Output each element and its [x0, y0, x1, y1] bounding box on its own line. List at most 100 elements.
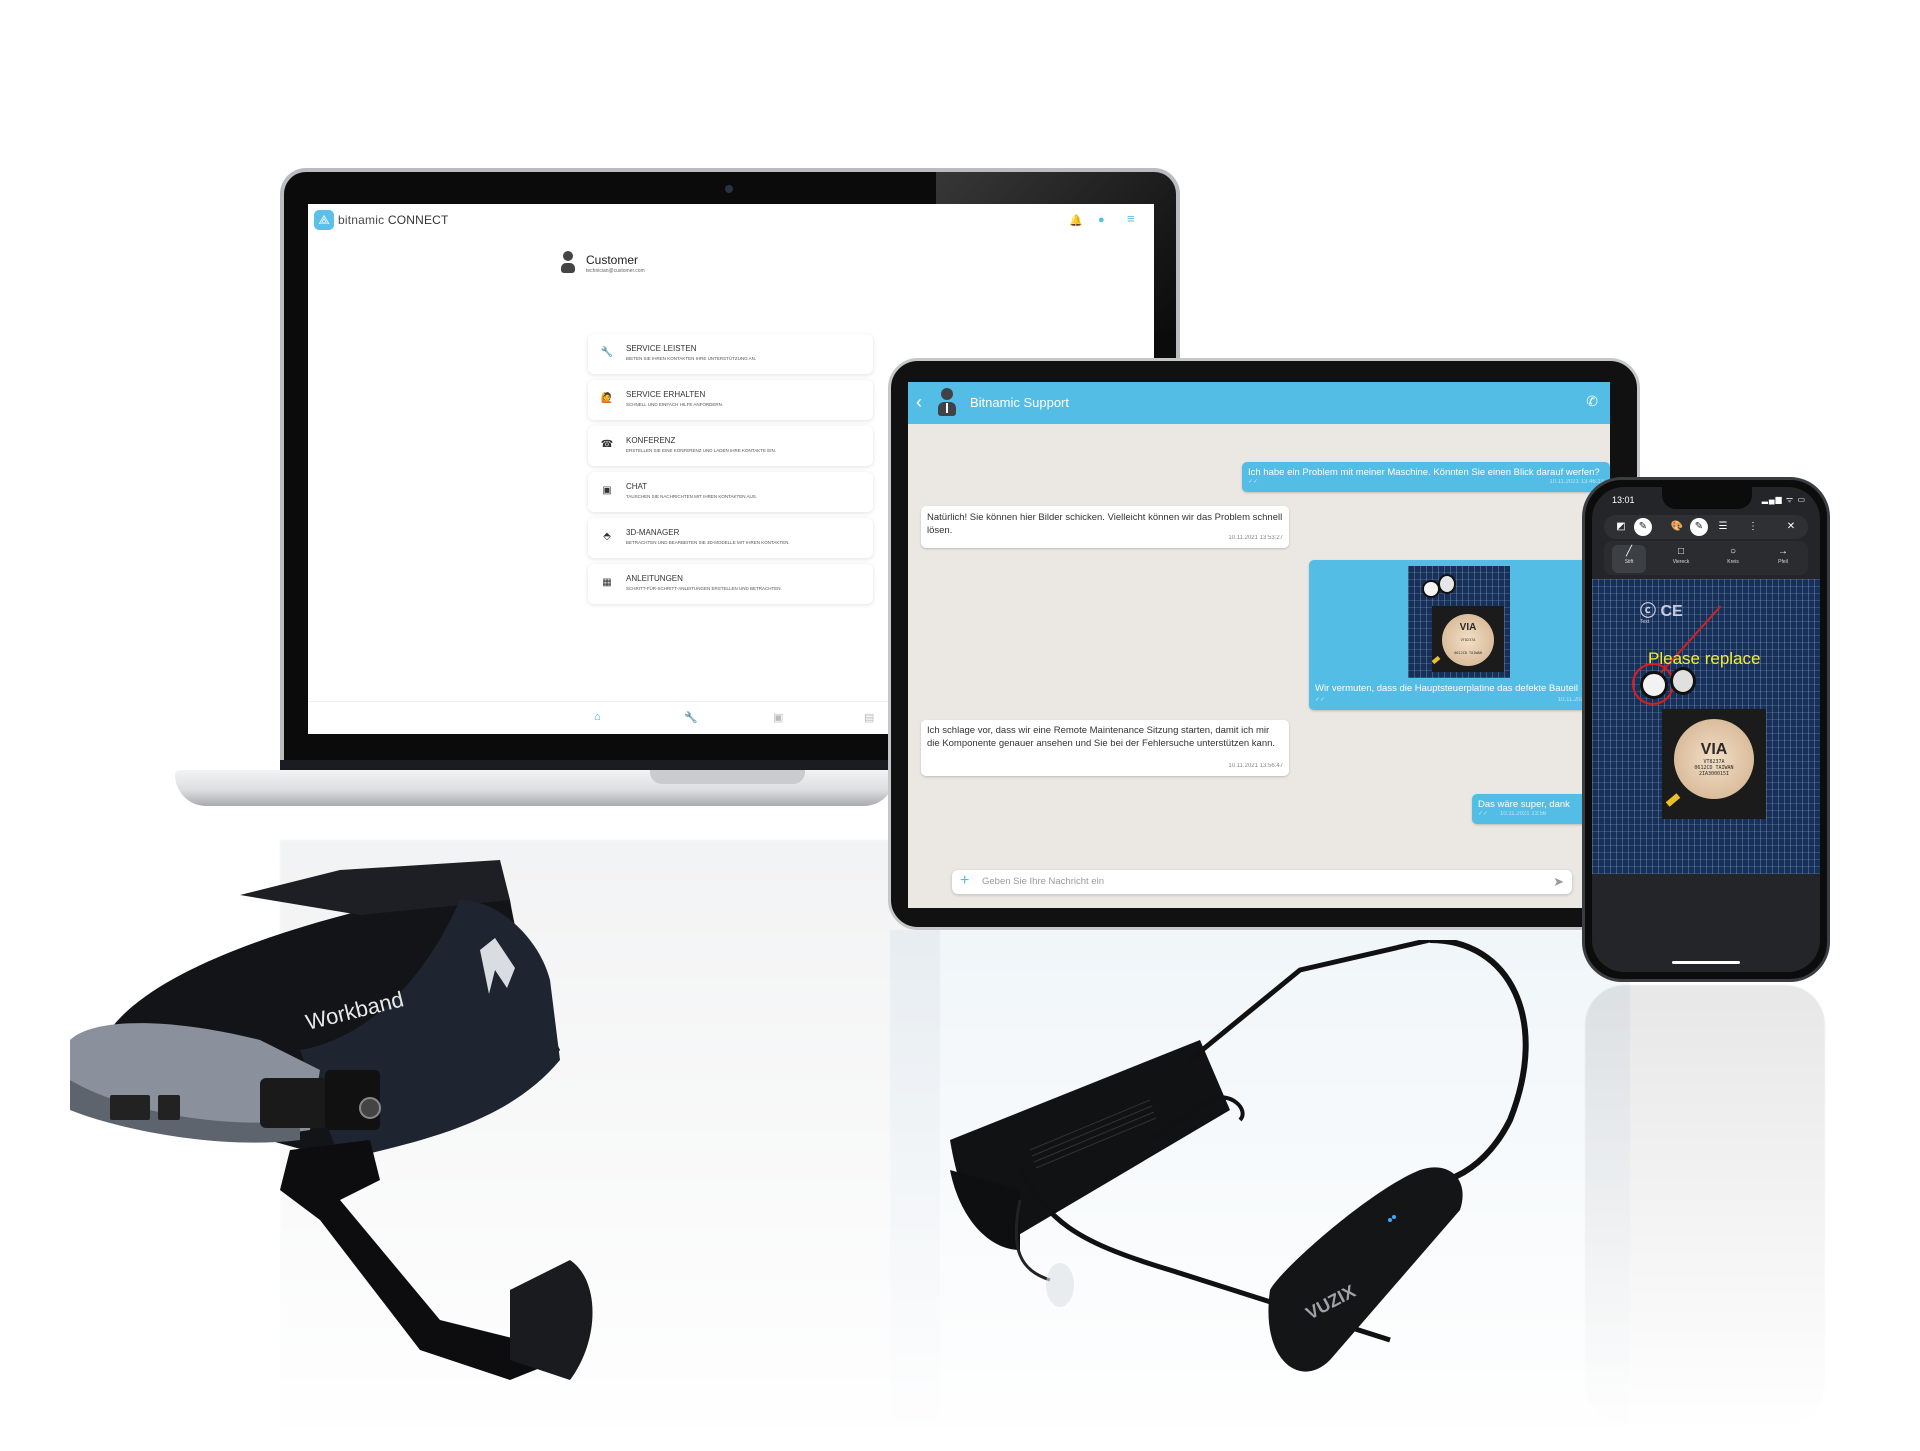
profile-name: Customer	[586, 253, 639, 267]
app-name-prefix: bitnamic	[338, 213, 385, 227]
menu-card-3d-manager[interactable]: ⬘ 3D-MANAGER BETRACHTEN UND BEARBEITEN SIE…	[588, 518, 873, 558]
text-label: Text	[1640, 619, 1650, 625]
chat-header: ‹ Bitnamic Support ✆	[908, 382, 1610, 424]
menu-card-title: 3D-MANAGER	[626, 528, 680, 537]
image-adjust-icon[interactable]: ◩	[1612, 518, 1630, 536]
menu-card-title: CHAT	[626, 482, 648, 491]
grid-instructions-icon: ▦	[602, 577, 612, 588]
nav-contacts[interactable]: ▤	[864, 711, 874, 724]
status-dot-icon[interactable]: ●	[1098, 214, 1105, 226]
menu-card-title: KONFERENZ	[626, 436, 676, 445]
shape-label: Pfeil	[1778, 559, 1788, 565]
pen-tool-icon[interactable]: ✎	[1634, 518, 1652, 536]
annotation-circle	[1632, 663, 1674, 705]
app-name: bitnamic CONNECT	[338, 213, 449, 227]
chat-bubble-icon: ▣	[602, 485, 612, 496]
laptop-trackpad-notch	[650, 770, 805, 784]
notification-bell-icon[interactable]: 🔔	[1069, 214, 1083, 227]
message-bubble-outgoing-image: VIA VT8237A 0612CD TAIWAN Wir vermuten, …	[1309, 560, 1610, 710]
app-name-suffix: CONNECT	[387, 213, 449, 227]
read-check-icon: ✓✓	[1478, 811, 1489, 817]
via-chip: VIA VT8237A 0612CD TAIWAN	[1442, 614, 1494, 666]
circle-icon: ○	[1729, 546, 1737, 557]
hamburger-menu-icon[interactable]: ≡	[1127, 211, 1135, 226]
message-input-bar: + Geben Sie Ihre Nachricht ein ➤	[952, 870, 1572, 894]
color-palette-icon[interactable]: 🎨	[1668, 518, 1686, 536]
menu-card-description: ERSTELLEN SIE EINE KONFERENZ UND LADEN I…	[626, 448, 776, 453]
nav-chat[interactable]: ▣	[773, 711, 783, 724]
attached-pcb-image[interactable]: VIA VT8237A 0612CD TAIWAN	[1408, 566, 1510, 678]
nav-service[interactable]: 🔧	[684, 711, 698, 724]
more-options-icon[interactable]: ⋮	[1744, 518, 1762, 536]
camera-lens-icon	[359, 1097, 381, 1119]
phone-call-icon[interactable]: ✆	[1586, 393, 1598, 410]
message-text: Ich schlage vor, dass wir eine Remote Ma…	[927, 725, 1276, 749]
shape-arrow[interactable]: → Pfeil	[1766, 545, 1800, 573]
arrow-icon: →	[1778, 546, 1788, 557]
menu-card-description: BETRACHTEN UND BEARBEITEN SIE 3D-MODELLE…	[626, 540, 790, 545]
read-check-icon: ✓✓	[1248, 479, 1259, 485]
menu-card-description: TAUSCHEN SIE NACHRICHTEN MIT IHREN KONTA…	[626, 494, 758, 499]
menu-card-anleitungen[interactable]: ▦ ANLEITUNGEN SCHRITT-FÜR-SCHRITT-ANLEITUN…	[588, 564, 873, 604]
send-icon[interactable]: ➤	[1553, 874, 1564, 890]
message-time: 10.11.2021 13:53:27	[1228, 535, 1283, 541]
app-topbar: ⟁ bitnamic CONNECT 🔔 ● ≡	[308, 204, 1154, 240]
profile-email: technician@customer.com	[586, 268, 645, 274]
shape-label: Kreis	[1727, 559, 1739, 565]
menu-card-service-erhalten[interactable]: 🙋 SERVICE ERHALTEN SCHNELL UND EINFACH HIL…	[588, 380, 873, 420]
menu-card-chat[interactable]: ▣ CHAT TAUSCHEN SIE NACHRICHTEN MIT IHREN …	[588, 472, 873, 512]
close-icon[interactable]: ✕	[1782, 518, 1800, 536]
message-time: 10.11.2021 13:56:47	[1228, 763, 1283, 769]
workband-headset: Workband	[70, 860, 593, 1380]
status-icons: ▂▄▆ ᯤ ▭	[1761, 495, 1806, 504]
message-text: Ich habe ein Problem mit meiner Maschine…	[1248, 467, 1600, 478]
attach-plus-icon[interactable]: +	[960, 872, 969, 890]
3d-model-icon: ⬘	[603, 531, 611, 542]
menu-card-description: SCHNELL UND EINFACH HILFE ANFORDERN.	[626, 402, 724, 407]
shape-label: Viereck	[1672, 559, 1690, 565]
cable	[1188, 940, 1431, 1062]
annotation-toolbar: ◩ ✎ 🎨 ✎ ☰ ⋮ ✕	[1604, 515, 1808, 539]
menu-card-title: SERVICE ERHALTEN	[626, 390, 706, 399]
message-bubble-incoming: Ich schlage vor, dass wir eine Remote Ma…	[921, 720, 1289, 776]
laptop-webcam	[725, 185, 733, 193]
nav-home[interactable]: ⌂	[594, 711, 601, 723]
shape-pen[interactable]: ╱ Stift	[1612, 545, 1646, 573]
back-icon[interactable]: ‹	[916, 392, 922, 413]
shape-circle[interactable]: ○ Kreis	[1716, 545, 1750, 573]
wrench-icon: 🔧	[600, 347, 614, 358]
phone-screen: 13:01 ▂▄▆ ᯤ ▭ ◩ ✎ 🎨 ✎ ☰ ⋮ ✕ ╱ Stift □ Vi…	[1592, 487, 1820, 972]
battery-pack	[1268, 1167, 1463, 1372]
ce-mark: ⓒ CE	[1640, 603, 1683, 620]
avatar	[560, 251, 576, 275]
support-avatar	[936, 388, 958, 418]
message-input[interactable]: Geben Sie Ihre Nachricht ein	[982, 876, 1104, 887]
read-check-icon: ✓✓	[1315, 697, 1326, 703]
pen-icon: ╱	[1625, 546, 1633, 557]
conference-call-icon: ☎	[600, 439, 614, 450]
shape-label: Stift	[1624, 559, 1634, 565]
rectangle-icon: □	[1677, 546, 1685, 557]
line-weight-icon[interactable]: ☰	[1714, 518, 1732, 536]
chat-title: Bitnamic Support	[970, 395, 1069, 410]
menu-card-description: SCHRITT-FÜR-SCHRITT-ANLEITUNGEN ERSTELLE…	[626, 586, 782, 591]
tablet-screen: ‹ Bitnamic Support ✆ Ich habe ein Proble…	[908, 382, 1610, 908]
menu-card-service-leisten[interactable]: 🔧 SERVICE LEISTEN BIETEN SIE IHREN KONTAKT…	[588, 334, 873, 374]
phone-notch	[1662, 487, 1752, 509]
menu-card-title: SERVICE LEISTEN	[626, 344, 697, 353]
menu-card-description: BIETEN SIE IHREN KONTAKTEN IHRE UNTERSTÜ…	[626, 356, 757, 361]
bitnamic-logo-icon[interactable]: ⟁	[314, 210, 334, 230]
person-raising-hand-icon: 🙋	[600, 393, 614, 404]
brush-tool-icon[interactable]: ✎	[1690, 518, 1708, 536]
via-chip: VIA VT8237A 0612CD TAIWAN 2IA300015I	[1674, 719, 1754, 799]
status-led-icon	[1388, 1218, 1392, 1222]
menu-card-konferenz[interactable]: ☎ KONFERENZ ERSTELLEN SIE EINE KONFERENZ U…	[588, 426, 873, 466]
message-time: 10.11.2021 13:56	[1500, 811, 1547, 817]
shape-rectangle[interactable]: □ Viereck	[1664, 545, 1698, 573]
menu-card-title: ANLEITUNGEN	[626, 574, 683, 583]
message-text: Wir vermuten, dass die Hauptsteuerplatin…	[1315, 683, 1578, 694]
message-bubble-outgoing: Ich habe ein Problem mit meiner Maschine…	[1242, 462, 1610, 492]
annotated-pcb-image[interactable]: ⓒ CE Text Please replace VIA VT8237A 061…	[1592, 579, 1820, 874]
status-time: 13:01	[1612, 495, 1635, 505]
message-bubble-incoming: Natürlich! Sie können hier Bilder schick…	[921, 506, 1289, 548]
